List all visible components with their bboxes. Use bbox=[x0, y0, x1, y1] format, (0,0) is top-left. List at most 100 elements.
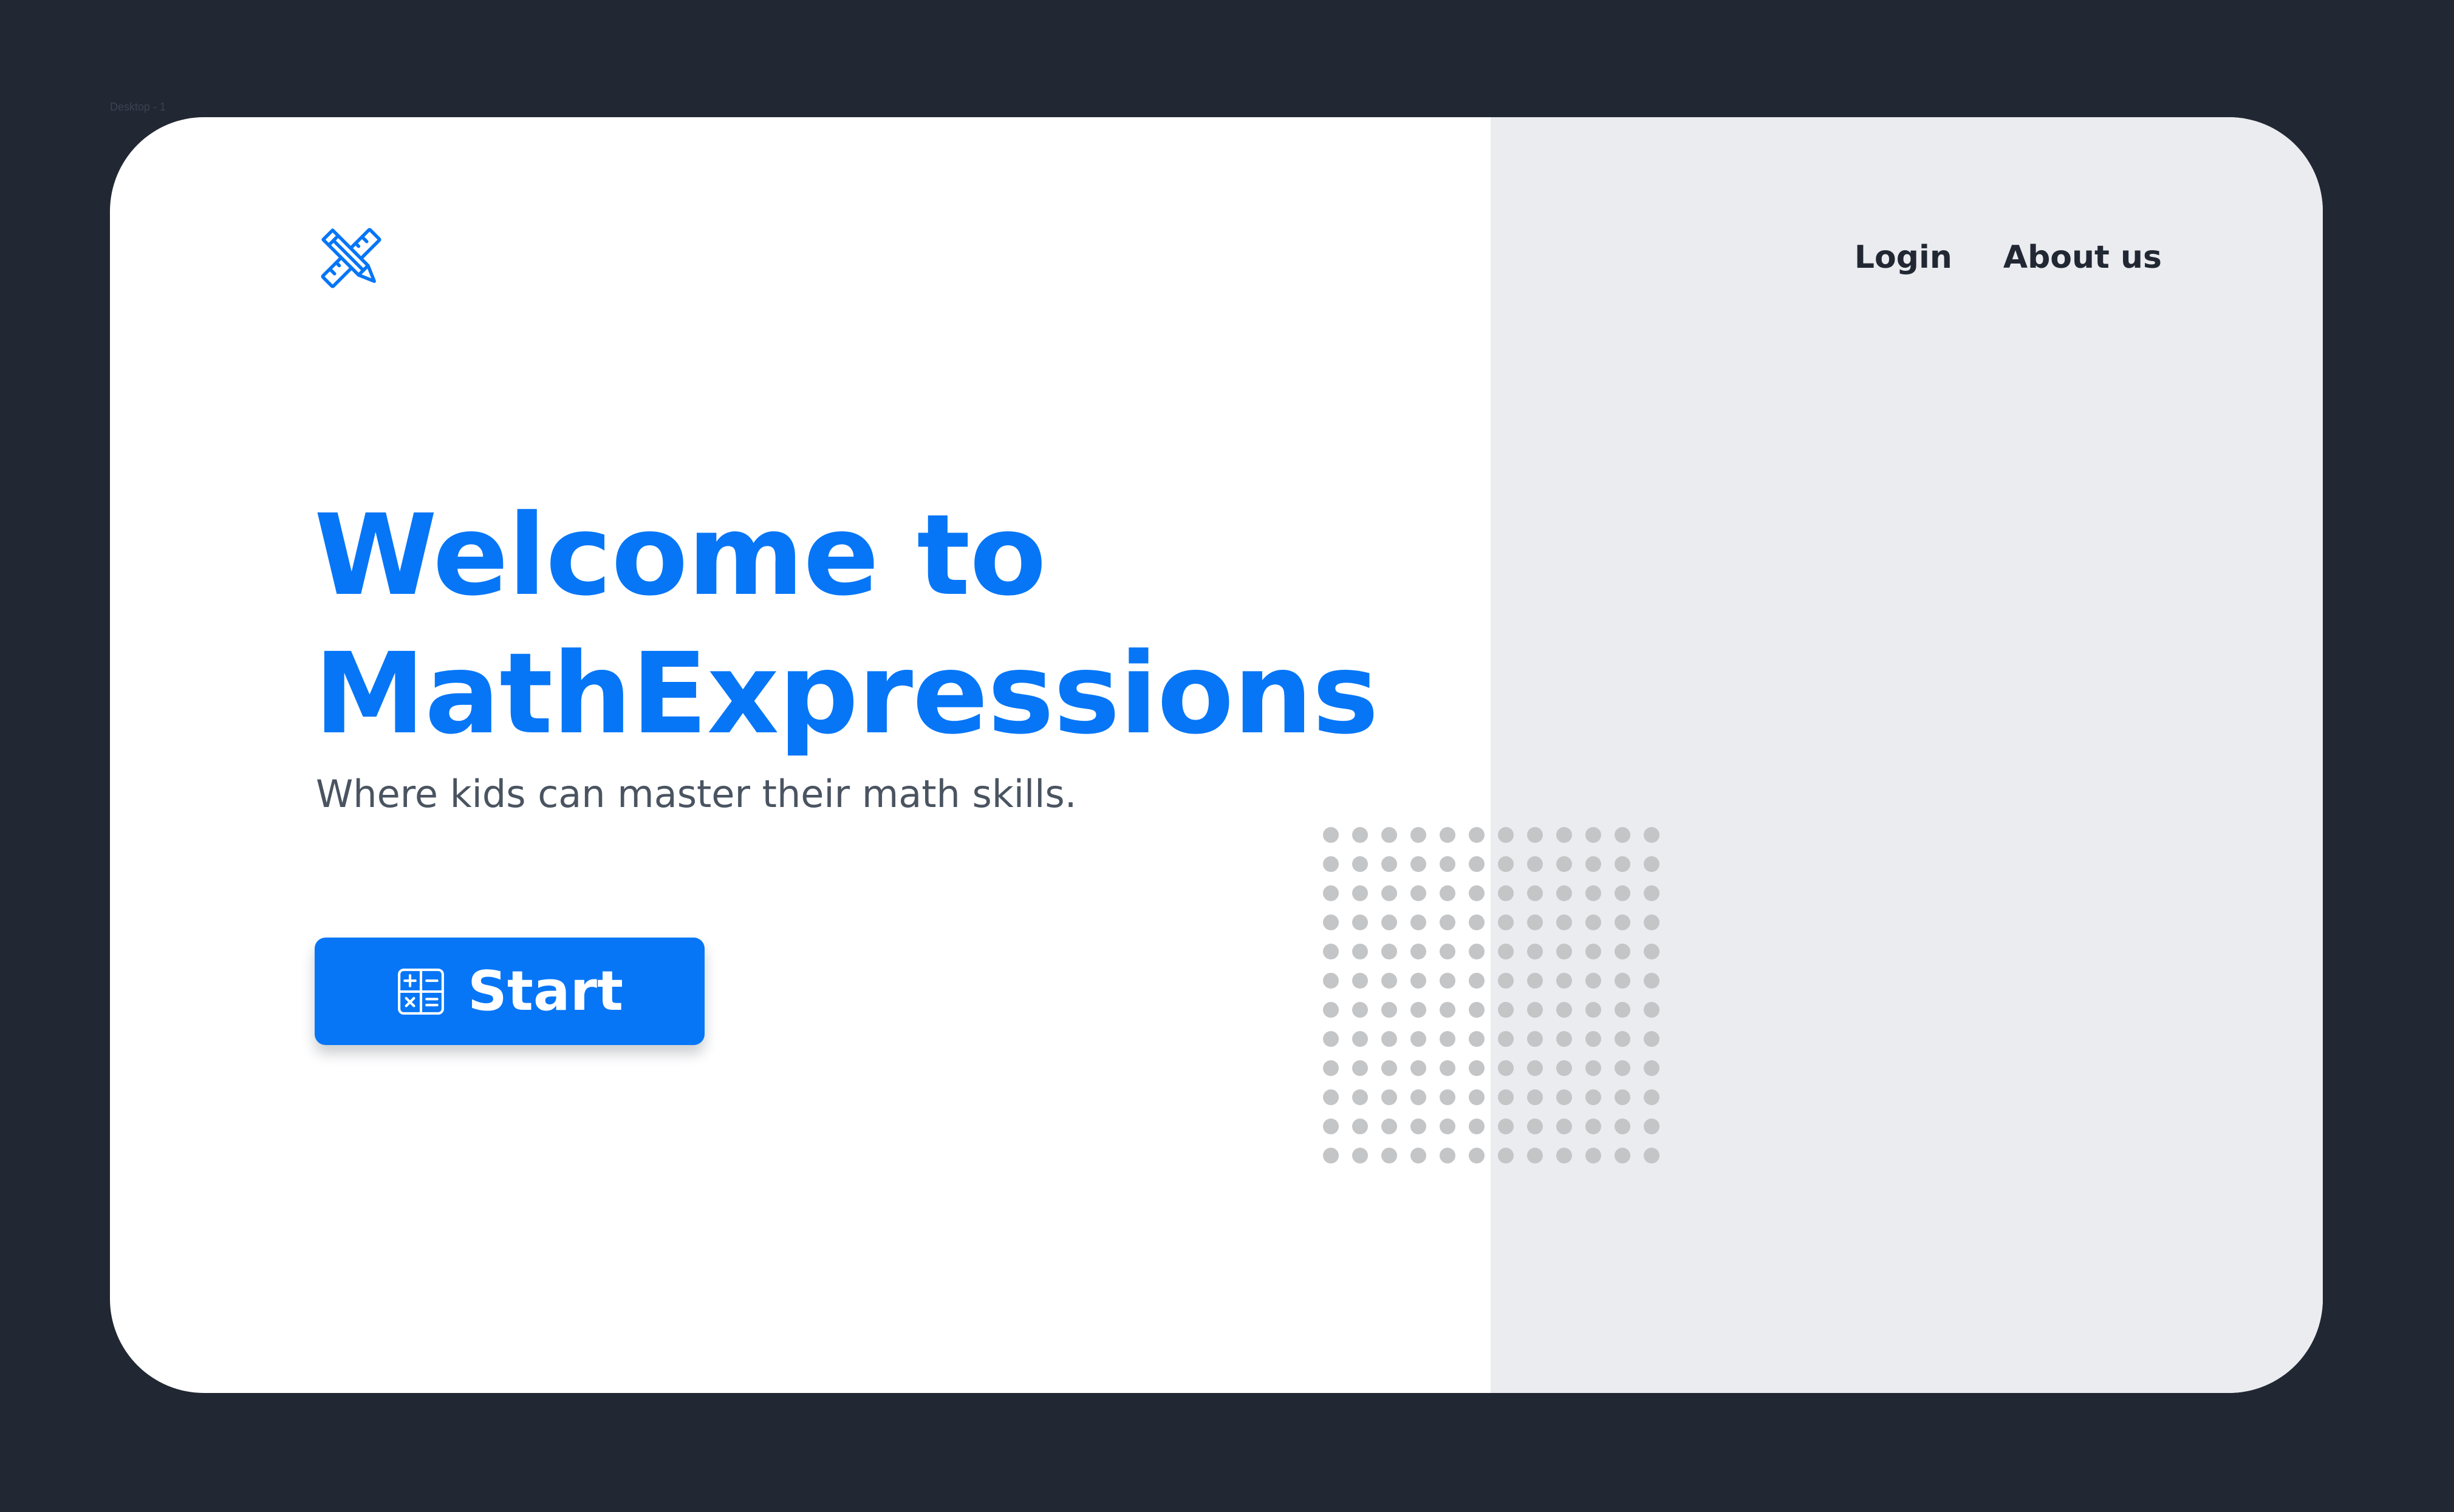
decorative-dot bbox=[1498, 914, 1514, 930]
frame-label: Desktop - 1 bbox=[110, 101, 166, 113]
decorative-dot bbox=[1323, 1031, 1339, 1047]
decorative-dot bbox=[1615, 944, 1630, 959]
nav-about-us-link[interactable]: About us bbox=[2003, 236, 2162, 279]
decorative-dot bbox=[1440, 1089, 1455, 1105]
decorative-dot bbox=[1469, 1119, 1485, 1134]
decorative-dot bbox=[1352, 1089, 1368, 1105]
hero-title: Welcome to MathExpressions bbox=[314, 486, 1379, 763]
decorative-dot bbox=[1469, 885, 1485, 901]
decorative-dot bbox=[1323, 856, 1339, 872]
decorative-dot bbox=[1585, 973, 1601, 989]
decorative-dot bbox=[1644, 1002, 1659, 1018]
decorative-dot bbox=[1352, 944, 1368, 959]
decorative-dot bbox=[1381, 1089, 1397, 1105]
decorative-dot bbox=[1498, 1002, 1514, 1018]
decorative-dot bbox=[1410, 885, 1426, 901]
decorative-dot bbox=[1615, 1031, 1630, 1047]
decorative-dot bbox=[1323, 1148, 1339, 1163]
decorative-dot bbox=[1352, 914, 1368, 930]
top-nav: Login About us bbox=[1854, 236, 2162, 279]
decorative-dot bbox=[1498, 1148, 1514, 1163]
decorative-dot bbox=[1381, 827, 1397, 843]
decorative-dot bbox=[1615, 1119, 1630, 1134]
decorative-dot bbox=[1556, 885, 1572, 901]
decorative-dot bbox=[1323, 1089, 1339, 1105]
decorative-dot bbox=[1410, 973, 1426, 989]
dot-grid-decoration bbox=[1323, 827, 1663, 1167]
start-button[interactable]: Start bbox=[315, 938, 705, 1045]
decorative-dot bbox=[1556, 1089, 1572, 1105]
decorative-dot bbox=[1556, 1060, 1572, 1076]
decorative-dot bbox=[1323, 885, 1339, 901]
decorative-dot bbox=[1323, 1060, 1339, 1076]
decorative-dot bbox=[1527, 827, 1543, 843]
decorative-dot bbox=[1410, 914, 1426, 930]
decorative-dot bbox=[1644, 1148, 1659, 1163]
decorative-dot bbox=[1381, 885, 1397, 901]
decorative-dot bbox=[1527, 973, 1543, 989]
decorative-dot bbox=[1644, 856, 1659, 872]
decorative-dot bbox=[1556, 944, 1572, 959]
decorative-dot bbox=[1585, 1089, 1601, 1105]
decorative-dot bbox=[1585, 944, 1601, 959]
decorative-dot bbox=[1323, 914, 1339, 930]
decorative-dot bbox=[1469, 856, 1485, 872]
decorative-dot bbox=[1527, 1060, 1543, 1076]
nav-login-link[interactable]: Login bbox=[1854, 236, 1952, 279]
decorative-dot bbox=[1440, 1060, 1455, 1076]
decorative-dot bbox=[1352, 1060, 1368, 1076]
decorative-dot bbox=[1615, 885, 1630, 901]
decorative-dot bbox=[1440, 885, 1455, 901]
decorative-dot bbox=[1381, 1119, 1397, 1134]
decorative-dot bbox=[1410, 1089, 1426, 1105]
decorative-dot bbox=[1644, 944, 1659, 959]
decorative-dot bbox=[1644, 1119, 1659, 1134]
decorative-dot bbox=[1352, 1148, 1368, 1163]
decorative-dot bbox=[1323, 1002, 1339, 1018]
decorative-dot bbox=[1644, 973, 1659, 989]
decorative-dot bbox=[1585, 1002, 1601, 1018]
decorative-dot bbox=[1469, 1060, 1485, 1076]
decorative-dot bbox=[1469, 1148, 1485, 1163]
hero-title-line-2: MathExpressions bbox=[314, 629, 1379, 759]
decorative-dot bbox=[1352, 827, 1368, 843]
decorative-dot bbox=[1527, 1119, 1543, 1134]
decorative-dot bbox=[1615, 1002, 1630, 1018]
decorative-dot bbox=[1556, 827, 1572, 843]
decorative-dot bbox=[1615, 1089, 1630, 1105]
decorative-dot bbox=[1556, 1119, 1572, 1134]
decorative-dot bbox=[1323, 973, 1339, 989]
decorative-dot bbox=[1585, 1060, 1601, 1076]
decorative-dot bbox=[1381, 973, 1397, 989]
decorative-dot bbox=[1615, 827, 1630, 843]
decorative-dot bbox=[1410, 1148, 1426, 1163]
decorative-dot bbox=[1440, 1031, 1455, 1047]
decorative-dot bbox=[1556, 1031, 1572, 1047]
decorative-dot bbox=[1381, 1002, 1397, 1018]
decorative-dot bbox=[1585, 1148, 1601, 1163]
decorative-dot bbox=[1440, 944, 1455, 959]
decorative-dot bbox=[1323, 1119, 1339, 1134]
decorative-dot bbox=[1352, 973, 1368, 989]
pencil-ruler-icon[interactable] bbox=[315, 222, 388, 295]
decorative-dot bbox=[1469, 944, 1485, 959]
decorative-dot bbox=[1644, 1089, 1659, 1105]
decorative-dot bbox=[1440, 973, 1455, 989]
decorative-dot bbox=[1381, 1148, 1397, 1163]
decorative-dot bbox=[1410, 1031, 1426, 1047]
decorative-dot bbox=[1644, 827, 1659, 843]
decorative-dot bbox=[1527, 1148, 1543, 1163]
decorative-dot bbox=[1644, 1031, 1659, 1047]
decorative-dot bbox=[1352, 1031, 1368, 1047]
calculator-icon bbox=[396, 967, 446, 1017]
right-panel bbox=[1491, 117, 2323, 1393]
decorative-dot bbox=[1498, 1031, 1514, 1047]
decorative-dot bbox=[1498, 944, 1514, 959]
decorative-dot bbox=[1410, 856, 1426, 872]
decorative-dot bbox=[1381, 944, 1397, 959]
decorative-dot bbox=[1585, 914, 1601, 930]
decorative-dot bbox=[1527, 944, 1543, 959]
decorative-dot bbox=[1615, 1148, 1630, 1163]
decorative-dot bbox=[1527, 856, 1543, 872]
decorative-dot bbox=[1410, 1060, 1426, 1076]
